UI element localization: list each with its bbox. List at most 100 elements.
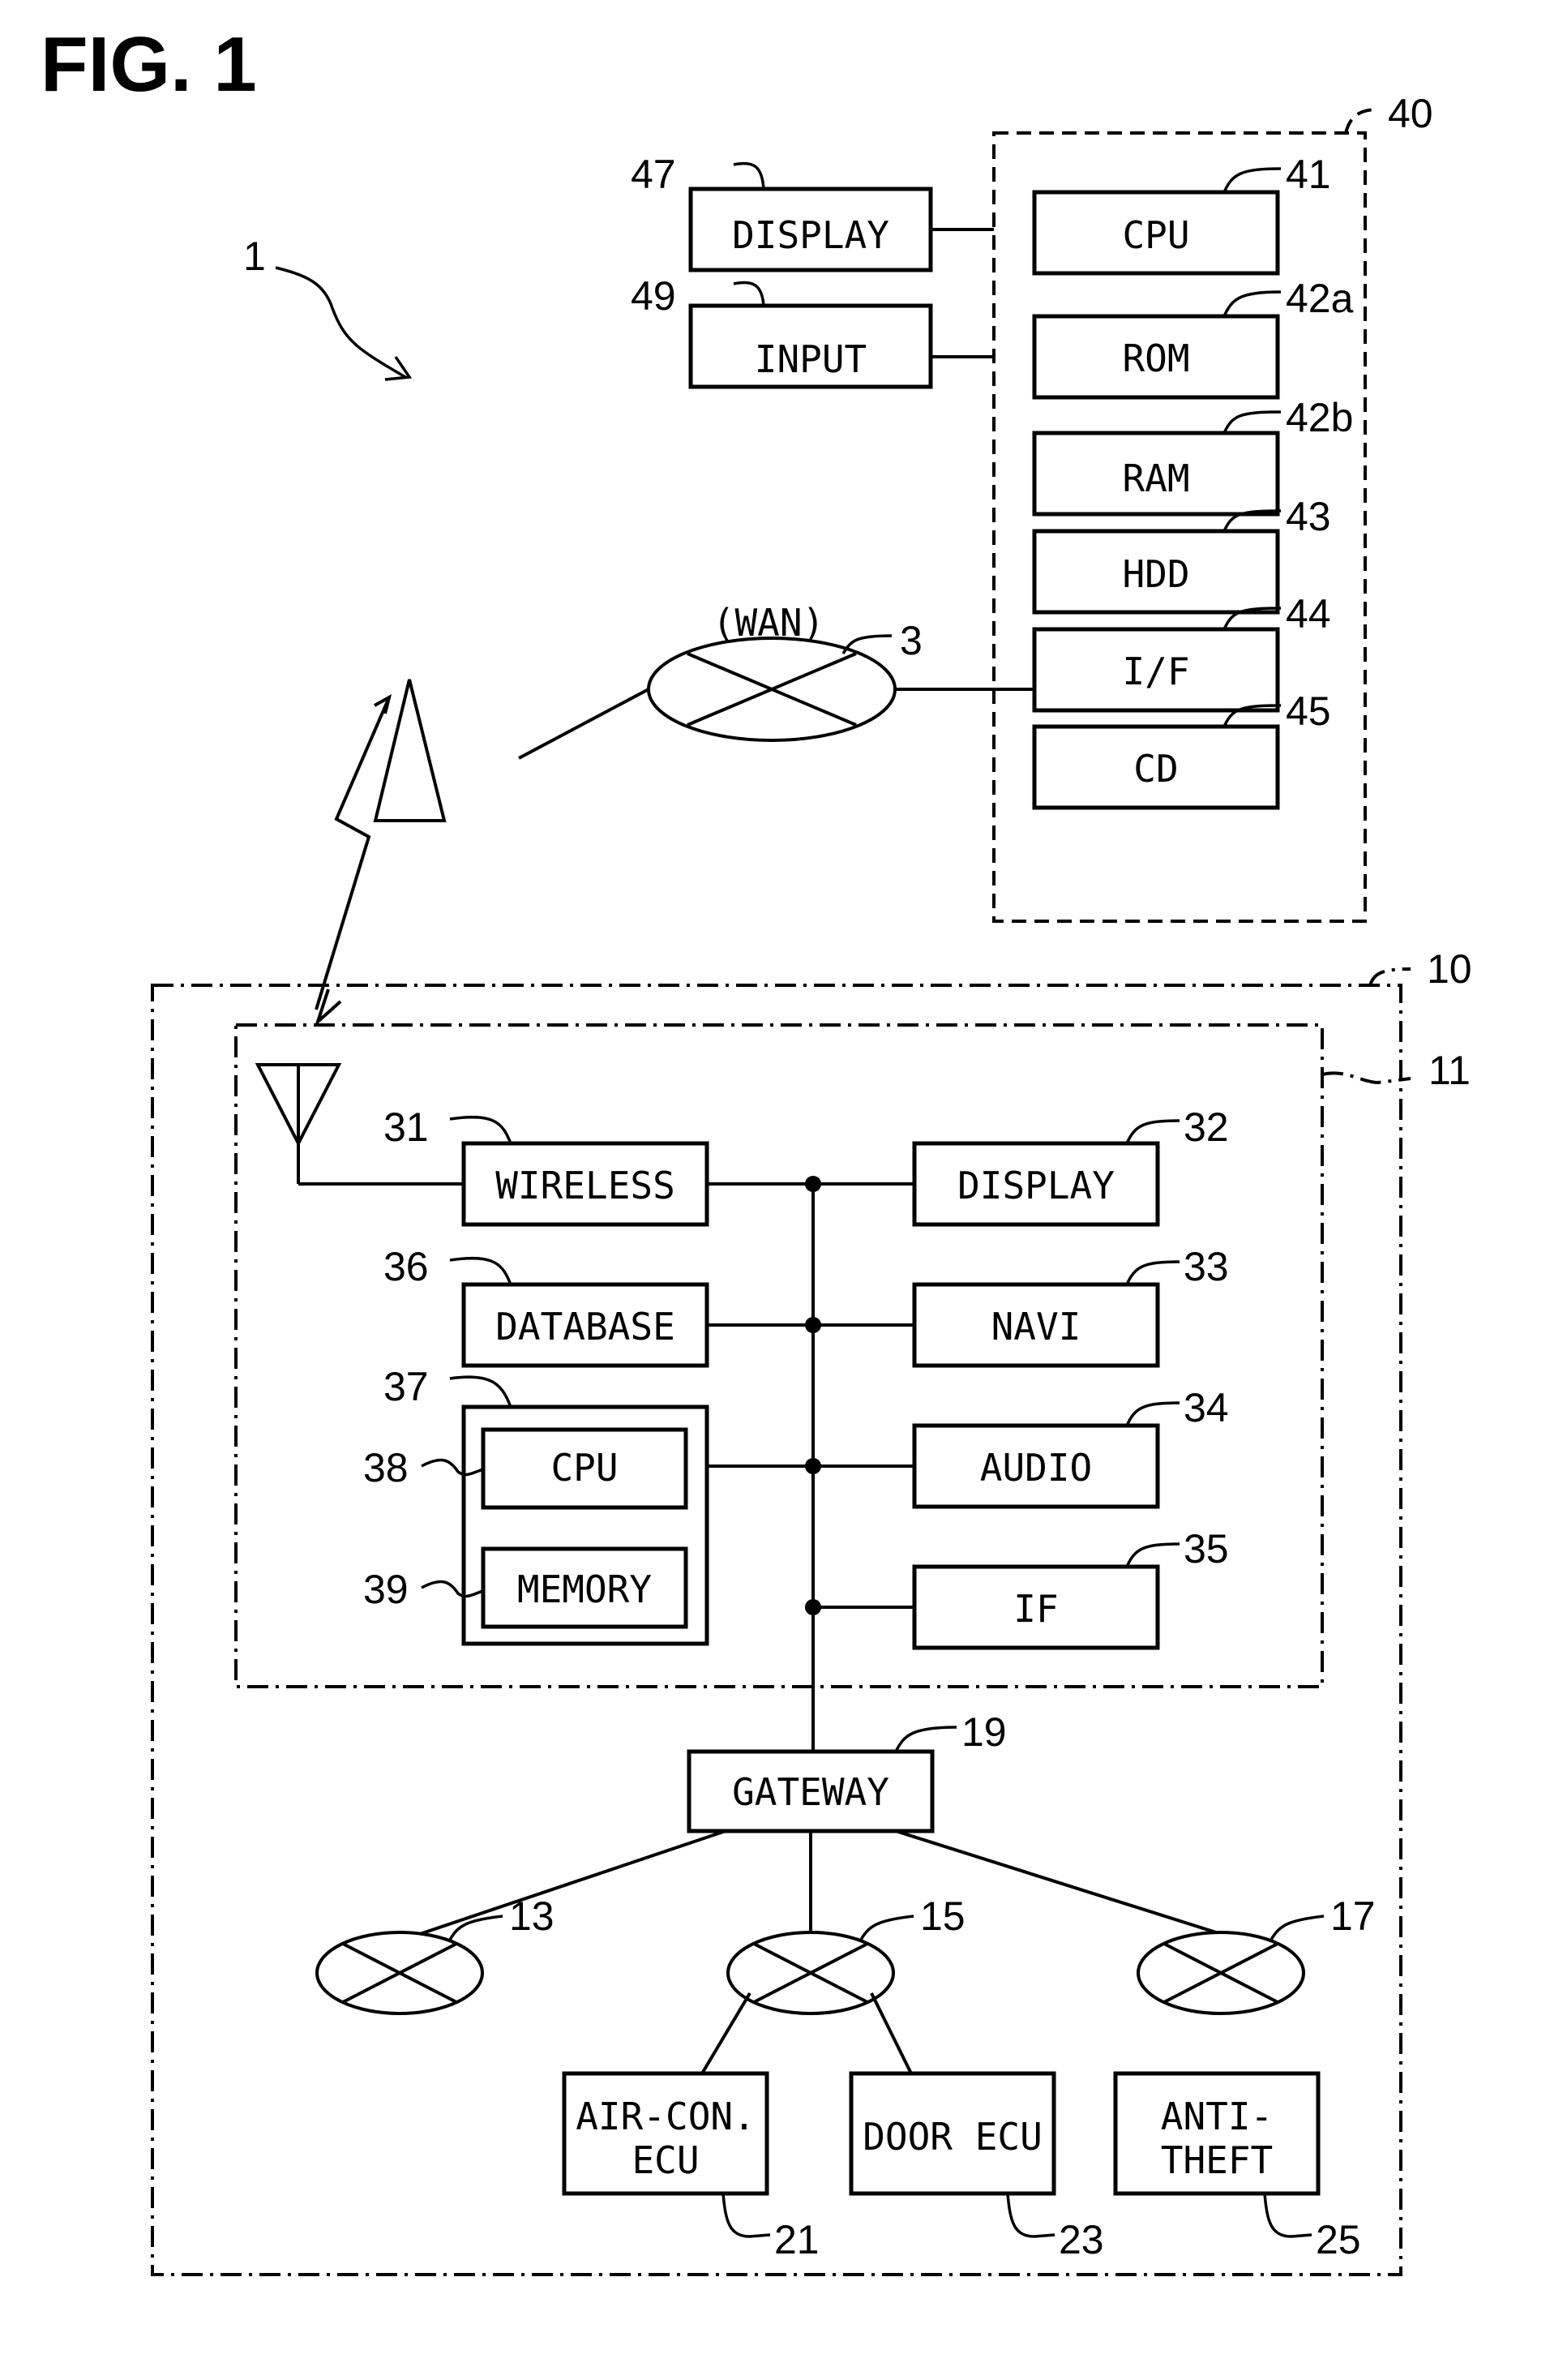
leader — [1125, 1401, 1180, 1426]
leader — [1125, 1119, 1180, 1144]
unit-wireless: WIRELESS 31 — [383, 1104, 813, 1227]
server-cd-label: CD — [1133, 747, 1178, 791]
system-ref-leader — [275, 266, 406, 379]
server-rom-ref: 42a — [1286, 276, 1354, 321]
unit-audio: AUDIO 34 — [805, 1385, 1229, 1509]
ecu-antitheft-line1: ANTI- — [1161, 2095, 1273, 2138]
leader — [449, 1375, 512, 1408]
ecu-aircon-ref: 21 — [774, 2217, 820, 2262]
bus-junction — [805, 1317, 821, 1333]
gateway-to-bus-13 — [419, 1829, 726, 1936]
unit-database-ref: 36 — [383, 1244, 429, 1289]
controller-cpu-ref: 38 — [363, 1445, 409, 1490]
bus-junction — [805, 1599, 821, 1615]
unit-if-ref: 35 — [1184, 1526, 1229, 1572]
server-cpu-label: CPU — [1122, 213, 1189, 257]
bus-15-to-aircon — [700, 1992, 751, 2075]
server-display-ref: 47 — [631, 152, 676, 197]
leader — [1222, 290, 1282, 317]
bus-15-ref: 15 — [920, 1893, 966, 1939]
server-input: INPUT 49 — [631, 273, 994, 389]
controller-memory-label: MEMORY — [517, 1567, 652, 1611]
leader — [733, 161, 765, 190]
unit-if: IF 35 — [805, 1526, 1229, 1650]
server-ref-leader — [1344, 108, 1379, 134]
wireless-link — [315, 697, 391, 1010]
server-component-rom: ROM 42a — [1032, 276, 1354, 400]
leader — [1222, 167, 1282, 193]
unit-navi-ref: 33 — [1184, 1244, 1229, 1289]
leader — [449, 1256, 512, 1285]
unit-display: DISPLAY 32 — [805, 1104, 1229, 1227]
server-cpu-ref: 41 — [1286, 152, 1331, 197]
unit-navi-label: NAVI — [991, 1305, 1081, 1349]
unit-ref-leader — [1321, 1071, 1411, 1085]
server-rom-label: ROM — [1122, 337, 1189, 380]
leader — [733, 281, 765, 307]
vehicle-antenna-icon — [255, 1063, 464, 1186]
bus-13-ref: 13 — [509, 1893, 554, 1939]
tower-to-wan-connector — [518, 688, 649, 760]
unit-navi: NAVI 33 — [805, 1244, 1229, 1368]
leader — [859, 1915, 914, 1940]
leader — [1125, 1260, 1180, 1285]
server-input-ref: 49 — [631, 273, 676, 319]
ecu-antitheft: ANTI- THEFT 25 — [1113, 2071, 1361, 2262]
system-ref-label: 1 — [243, 234, 266, 279]
bus-junction — [805, 1458, 821, 1474]
server-component-cpu: CPU 41 — [1032, 152, 1331, 276]
unit-display-label: DISPLAY — [957, 1164, 1115, 1207]
leader — [894, 1726, 957, 1752]
controller-memory-ref: 39 — [363, 1567, 409, 1612]
unit-audio-label: AUDIO — [980, 1446, 1092, 1490]
ecu-aircon: AIR-CON. ECU 21 — [562, 2071, 820, 2262]
leader — [1263, 2193, 1312, 2238]
controller-cpu: CPU 38 — [363, 1427, 688, 1510]
server-ref-label: 40 — [1388, 91, 1433, 136]
bus-junction — [805, 1176, 821, 1192]
server-cd-ref: 45 — [1286, 688, 1331, 734]
unit-if-label: IF — [1013, 1587, 1058, 1631]
unit-database-label: DATABASE — [495, 1305, 675, 1349]
gateway-ref: 19 — [961, 1709, 1007, 1755]
vehicle-bus-17: 17 — [1137, 1893, 1376, 2015]
leader — [449, 1115, 512, 1144]
ecu-aircon-line2: ECU — [632, 2138, 699, 2182]
bus-15-to-door — [870, 1992, 913, 2074]
unit-wireless-label: WIRELESS — [495, 1164, 675, 1207]
ecu-door-ref: 23 — [1059, 2217, 1104, 2262]
server-display-label: DISPLAY — [732, 213, 889, 257]
unit-ref-label: 11 — [1428, 1048, 1471, 1093]
server-if-label: I/F — [1122, 650, 1189, 693]
unit-display-ref: 32 — [1184, 1104, 1229, 1150]
unit-database: DATABASE 36 — [383, 1244, 813, 1368]
wan-ref: 3 — [900, 618, 923, 663]
ecu-door-line1: DOOR ECU — [863, 2115, 1043, 2159]
server-hdd-ref: 43 — [1286, 494, 1331, 539]
server-if-ref: 44 — [1286, 591, 1331, 637]
unit-audio-ref: 34 — [1184, 1385, 1229, 1430]
unit-wireless-ref: 31 — [383, 1104, 429, 1150]
vehicle-ref-label: 10 — [1427, 946, 1472, 992]
bus-17-ref: 17 — [1330, 1893, 1376, 1939]
leader — [1270, 1915, 1325, 1940]
leader — [721, 2193, 771, 2238]
server-input-label: INPUT — [755, 337, 867, 381]
controller-memory: MEMORY 39 — [363, 1546, 688, 1629]
ecu-antitheft-ref: 25 — [1316, 2217, 1361, 2262]
server-hdd-label: HDD — [1122, 552, 1189, 596]
leader — [1006, 2193, 1055, 2238]
gateway: GATEWAY 19 — [687, 1709, 1007, 1833]
unit-controller-ref: 37 — [383, 1364, 429, 1409]
server-ram-label: RAM — [1122, 457, 1189, 500]
ecu-aircon-line1: AIR-CON. — [576, 2095, 756, 2138]
vehicle-ref-leader — [1368, 967, 1411, 986]
controller-cpu-label: CPU — [550, 1446, 618, 1490]
ecu-antitheft-line2: THEFT — [1161, 2138, 1273, 2182]
gateway-label: GATEWAY — [732, 1770, 889, 1814]
wan-network: (WAN) 3 — [518, 601, 1034, 760]
server-ram-ref: 42b — [1286, 395, 1353, 440]
vehicle-bus-13: 13 — [315, 1893, 554, 2015]
leader — [1125, 1542, 1180, 1567]
system-diagram: FIG. 1 1 40 CPU 41 ROM 42a RAM 42b HDD 4… — [41, 21, 1472, 2276]
